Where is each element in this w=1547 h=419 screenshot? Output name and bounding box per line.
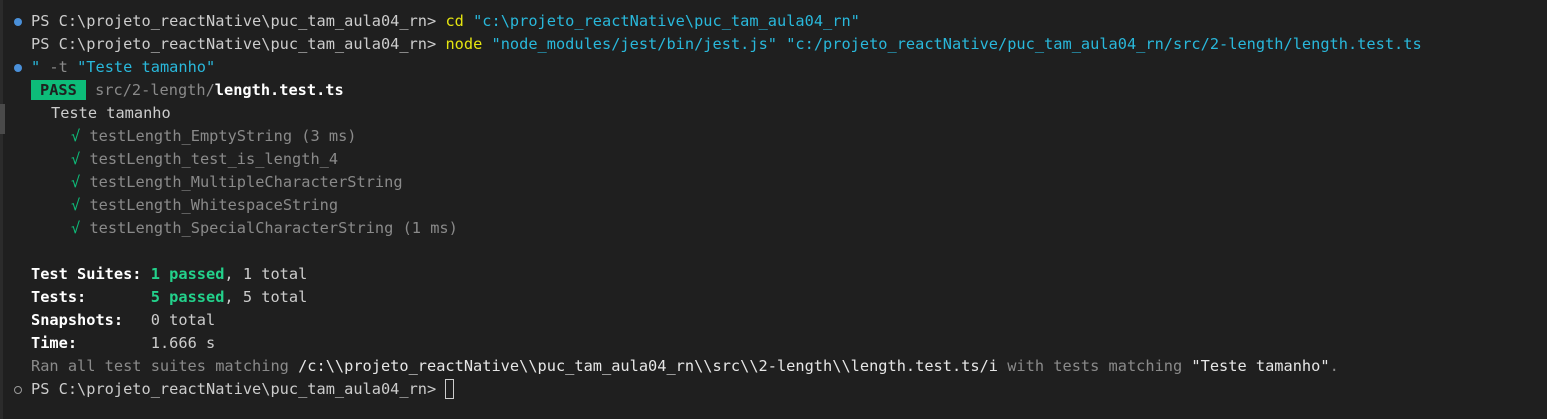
test-name-flag: -t	[40, 58, 78, 76]
test-result-item: √ testLength_MultipleCharacterString	[71, 171, 403, 194]
ran-all-message: Ran all test suites matching /c:\\projet…	[31, 355, 1339, 378]
command-argument: "node_modules/jest/bin/jest.js" "c:/proj…	[482, 35, 1422, 53]
command-line-2: PS C:\projeto_reactNative\puc_tam_aula04…	[31, 33, 1422, 56]
test-duration: (3 ms)	[292, 127, 357, 145]
check-icon: √	[71, 127, 81, 145]
summary-label: Test Suites:	[31, 265, 151, 283]
summary-value: 0 total	[150, 311, 216, 329]
summary-value: 1.666 s	[150, 334, 216, 352]
command-success-decoration-icon[interactable]	[14, 18, 22, 26]
summary-passed: 1 passed	[150, 265, 225, 283]
prompt: PS C:\projeto_reactNative\puc_tam_aula04…	[31, 35, 446, 53]
test-name: testLength_EmptyString	[89, 127, 293, 145]
check-icon: √	[71, 219, 81, 237]
test-result-item: √ testLength_EmptyString (3 ms)	[71, 125, 357, 148]
summary-label: Time:	[31, 334, 151, 352]
check-icon: √	[71, 150, 81, 168]
summary-snapshots: Snapshots: 0 total	[31, 309, 215, 332]
ran-prefix: Ran all test suites matching	[31, 357, 299, 375]
summary-time: Time: 1.666 s	[31, 332, 215, 355]
check-icon: √	[71, 196, 81, 214]
command-line-2-continuation: " -t "Teste tamanho"	[31, 56, 215, 79]
command-argument: "c:\projeto_reactNative\puc_tam_aula04_r…	[463, 12, 860, 30]
test-file-dir: src/2-length/	[95, 81, 215, 99]
summary-test-suites: Test Suites: 1 passed, 1 total	[31, 263, 307, 286]
test-duration: (1 ms)	[393, 219, 458, 237]
command-name: cd	[445, 12, 464, 30]
ran-test-name: "Teste tamanho"	[1191, 357, 1330, 375]
test-name: testLength_SpecialCharacterString	[89, 219, 394, 237]
prompt: PS C:\projeto_reactNative\puc_tam_aula04…	[31, 380, 446, 398]
terminal-output[interactable]: PS C:\projeto_reactNative\puc_tam_aula04…	[0, 0, 1547, 419]
prompt-decoration-icon[interactable]	[14, 386, 22, 394]
summary-label: Snapshots:	[31, 311, 151, 329]
test-name: testLength_test_is_length_4	[89, 150, 339, 168]
test-name: testLength_MultipleCharacterString	[89, 173, 403, 191]
summary-total: , 5 total	[224, 288, 308, 306]
test-name: testLength_WhitespaceString	[89, 196, 339, 214]
final-prompt-line[interactable]: PS C:\projeto_reactNative\puc_tam_aula04…	[31, 378, 455, 401]
command-name: node	[445, 35, 483, 53]
test-file-result: PASS src/2-length/length.test.ts	[31, 79, 344, 102]
summary-label: Tests:	[31, 288, 151, 306]
command-line-1: PS C:\projeto_reactNative\puc_tam_aula04…	[31, 10, 860, 33]
describe-block: Teste tamanho	[51, 104, 171, 122]
ran-end: .	[1329, 357, 1339, 375]
text-cursor[interactable]	[445, 379, 455, 399]
test-result-item: √ testLength_test_is_length_4	[71, 148, 338, 171]
summary-passed: 5 passed	[150, 288, 225, 306]
test-name-argument: "Teste tamanho"	[77, 58, 216, 76]
check-icon: √	[71, 173, 81, 191]
test-result-item: √ testLength_SpecialCharacterString (1 m…	[71, 217, 458, 240]
prompt: PS C:\projeto_reactNative\puc_tam_aula04…	[31, 12, 446, 30]
continuation-quote: "	[31, 58, 41, 76]
summary-total: , 1 total	[224, 265, 308, 283]
ran-middle: with tests matching	[998, 357, 1192, 375]
summary-tests: Tests: 5 passed, 5 total	[31, 286, 307, 309]
command-success-decoration-icon[interactable]	[14, 64, 22, 72]
pass-badge: PASS	[31, 80, 86, 100]
test-result-item: √ testLength_WhitespaceString	[71, 194, 338, 217]
test-file-name: length.test.ts	[214, 81, 344, 99]
ran-pattern: /c:\\projeto_reactNative\\puc_tam_aula04…	[298, 357, 999, 375]
